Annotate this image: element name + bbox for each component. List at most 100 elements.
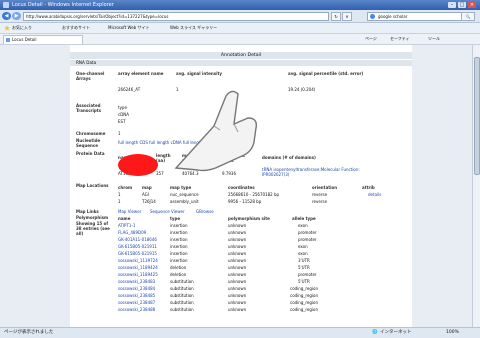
polymorphism-showing[interactable]: Showing 15 of 38 entries (see all) xyxy=(76,221,114,236)
pol-row-name[interactable]: GK-615B05-021911 xyxy=(118,244,157,249)
pol-row-name[interactable]: sossowski_238483 xyxy=(118,279,155,284)
maximize-button[interactable]: □ xyxy=(458,2,466,8)
assoc-transcripts-label: Associated Transcripts xyxy=(76,103,102,113)
pol-row-allele: exon xyxy=(298,251,308,256)
pol-row-type: deletion xyxy=(170,265,187,270)
pol-row-site: unknown xyxy=(228,251,247,256)
protein-length: 357 xyxy=(156,171,164,176)
scrollbar-thumb[interactable] xyxy=(474,57,480,175)
address-bar: ◀ ▶ http://www.arabidopsis.org/servlets/… xyxy=(0,10,480,23)
map-row2-coords: 9956 - 11528 bp xyxy=(228,199,262,204)
pol-row-site: unknown xyxy=(228,230,247,235)
pol-row-type: insertion xyxy=(170,223,188,228)
pol-row-allele: coding_region xyxy=(290,300,319,305)
map-viewer-link[interactable]: Map Viewer xyxy=(118,209,141,214)
pol-row-name[interactable]: sossowski_238488 xyxy=(118,307,155,312)
back-button[interactable]: ◀ xyxy=(2,12,11,20)
map-row2-map: T26J14 xyxy=(142,199,156,204)
pol-row-type: insertion xyxy=(170,237,188,242)
rna-header: RNA Data xyxy=(70,60,412,66)
tab-locus-detail[interactable]: Locus Detail xyxy=(3,35,83,44)
pol-col-type: type xyxy=(170,216,181,221)
map-row2-chrom: 1 xyxy=(118,199,121,204)
map-col-map: map xyxy=(142,185,152,190)
pol-row-allele: exon xyxy=(298,223,308,228)
pol-row-name[interactable]: ATIPT1-1 xyxy=(118,223,135,228)
protein-col-domains: domains (# of domains) xyxy=(262,155,316,160)
map-col-coordinates: coordinates xyxy=(228,185,255,190)
minimize-button[interactable]: – xyxy=(448,2,456,8)
favorites-bar: お気に入り おすすめサイト Microsoft Web サイト Web スライス… xyxy=(0,23,480,34)
pol-row-type: insertion xyxy=(170,258,188,263)
safety-menu[interactable]: セーフティ xyxy=(390,34,410,44)
pol-row-type: insertion xyxy=(170,251,188,256)
pol-row-name[interactable]: sossowski_238484 xyxy=(118,286,155,291)
pol-row-site: unknown xyxy=(228,293,247,298)
search-text: google scholar xyxy=(378,14,408,19)
avg-signal-percentile-label: avg. signal percentile (std. error) xyxy=(288,71,364,76)
sequence-viewer-link[interactable]: Sequence Viewer xyxy=(150,209,185,214)
pol-row-name[interactable]: sossowski_238485 xyxy=(118,293,155,298)
status-bar: ページが表示されました 🌐 インターネット 100% xyxy=(0,327,480,338)
pol-row-site: unknown xyxy=(228,237,247,242)
pol-row-site: unknown xyxy=(228,272,247,277)
tools-menu[interactable]: ツール xyxy=(428,34,440,44)
search-input[interactable]: google scholar xyxy=(367,12,469,21)
map-row2-type: assembly_unit xyxy=(170,199,199,204)
pol-row-site: unknown xyxy=(228,265,247,270)
array-element-value[interactable]: 266246_AT xyxy=(118,87,140,92)
favorites-menu[interactable]: お気に入り xyxy=(12,23,32,33)
favorites-star-icon xyxy=(4,25,10,31)
polymorphism-label: Polymorphism xyxy=(76,215,109,220)
url-input[interactable]: http://www.arabidopsis.org/servlets/Tair… xyxy=(23,12,329,21)
map-col-chrom: chrom xyxy=(118,185,133,190)
map-col-maptype: map type xyxy=(170,185,192,190)
pol-row-name[interactable]: GK-615B05-021915 xyxy=(118,251,157,256)
assoc-est[interactable]: EST xyxy=(118,119,126,124)
pol-row-site: unknown xyxy=(228,286,247,291)
pol-row-type: substitution xyxy=(170,300,194,305)
protein-domains[interactable]: tRNA isopentenyltransferase;Molecular Fu… xyxy=(262,167,372,177)
pol-col-name: name xyxy=(118,216,131,221)
pol-row-allele: promoter xyxy=(298,230,317,235)
pol-row-site: unknown xyxy=(228,223,247,228)
chromosome-label: Chromosome xyxy=(76,131,106,136)
window-title: Locus Detail - Windows Internet Explorer xyxy=(12,2,114,8)
tab-bar: Locus Detail ページ セーフティ ツール xyxy=(0,34,480,45)
map-row1-map: AGI xyxy=(142,192,149,197)
gbrowse-link[interactable]: GBrowse xyxy=(196,209,214,214)
fav-link-webslice[interactable]: Web スライス ギャラリー xyxy=(170,23,217,33)
browser-window: Locus Detail - Windows Internet Explorer… xyxy=(0,0,480,338)
map-row1-coords: 25668610 - 25670182 bp xyxy=(228,192,280,197)
pol-row-name[interactable]: sossowski_1139724 xyxy=(118,258,158,263)
stop-button[interactable]: ✕ xyxy=(342,12,352,21)
pol-row-name[interactable]: sossowski_238487 xyxy=(118,300,155,305)
pol-row-allele: 5'UTR xyxy=(298,279,310,284)
page-menu[interactable]: ページ xyxy=(365,34,377,44)
pol-row-name[interactable]: sossowski_1189424 xyxy=(118,265,158,270)
pol-row-name[interactable]: sossowski_1189425 xyxy=(118,272,158,277)
pol-col-allele: allele type xyxy=(292,216,316,221)
pol-row-type: insertion xyxy=(170,230,188,235)
close-button[interactable]: × xyxy=(468,2,476,8)
vertical-scrollbar[interactable] xyxy=(472,45,480,327)
avg-signal-percentile-value: 19.24 (0.204) xyxy=(288,87,316,92)
pol-row-type: deletion xyxy=(170,272,187,277)
pol-row-allele: 5'UTR xyxy=(298,265,310,270)
search-button[interactable]: 🔍 xyxy=(461,12,475,21)
map-col-attrib: attrib xyxy=(362,185,375,190)
assoc-type: type xyxy=(118,105,127,110)
refresh-button[interactable]: ↻ xyxy=(331,12,341,21)
red-highlight-mark xyxy=(118,154,158,176)
map-links-label: Map Links xyxy=(76,209,99,214)
map-locations-label: Map Locations xyxy=(76,183,109,188)
pol-row-name[interactable]: FLAG_489D09 xyxy=(118,230,146,235)
fav-link-recommended[interactable]: おすすめサイト xyxy=(62,23,90,33)
map-row1-details-link[interactable]: details xyxy=(368,192,381,197)
array-element-name-label: array element name xyxy=(118,71,164,76)
tab-title: Locus Detail xyxy=(12,37,37,42)
pol-row-name[interactable]: GK-401A11-018646 xyxy=(118,237,157,242)
assoc-cdna[interactable]: cDNA xyxy=(118,112,129,117)
fav-link-microsoft[interactable]: Microsoft Web サイト xyxy=(108,23,149,33)
forward-button[interactable]: ▶ xyxy=(12,12,21,20)
